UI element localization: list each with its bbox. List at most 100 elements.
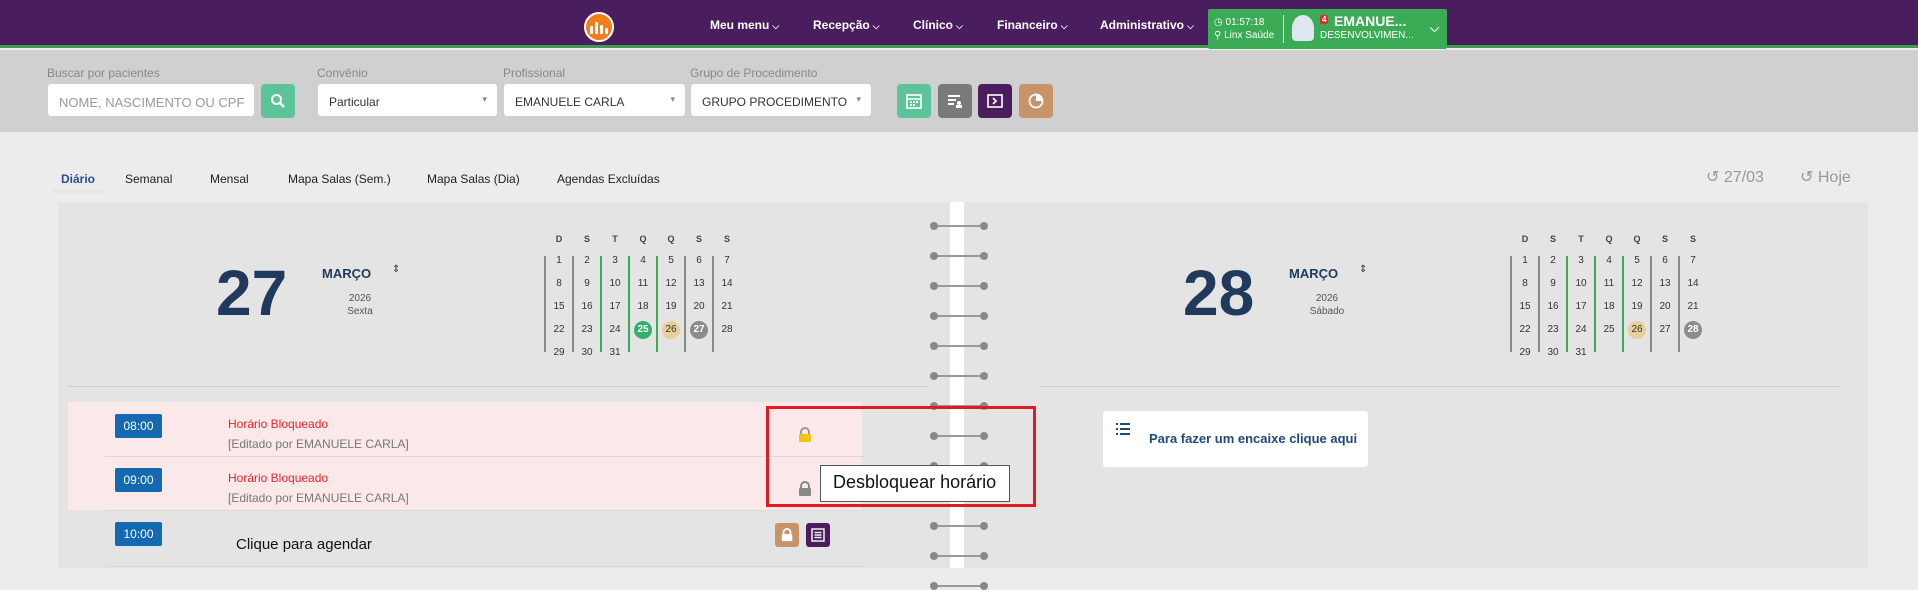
previous-date-button[interactable]: ↺ 27/03 bbox=[1706, 167, 1764, 187]
calendar-day[interactable]: 15 bbox=[1514, 298, 1536, 316]
calendar-day[interactable]: 17 bbox=[1570, 298, 1592, 316]
calendar-day[interactable]: 25 bbox=[1598, 321, 1620, 339]
calendar-day[interactable]: 26 bbox=[660, 321, 682, 339]
calendar-day[interactable]: 12 bbox=[1626, 275, 1648, 293]
calendar-day[interactable]: 26 bbox=[1626, 321, 1648, 339]
tab-semanal[interactable]: Semanal bbox=[125, 172, 172, 186]
calendar-day[interactable]: 29 bbox=[1514, 344, 1536, 362]
calendar-day[interactable]: 28 bbox=[1682, 321, 1704, 339]
calendar-day[interactable]: 5 bbox=[1626, 252, 1648, 270]
calendar-day[interactable]: 18 bbox=[1598, 298, 1620, 316]
calendar-day[interactable]: 21 bbox=[1682, 298, 1704, 316]
block-slot-button[interactable] bbox=[775, 523, 799, 547]
calendar-day[interactable]: 23 bbox=[576, 321, 598, 339]
tab-mapa-salas-sem[interactable]: Mapa Salas (Sem.) bbox=[288, 172, 391, 186]
time-slot-blocked[interactable] bbox=[68, 402, 862, 456]
calendar-day[interactable]: 27 bbox=[688, 321, 710, 339]
convenio-select[interactable]: Particular ▾ bbox=[317, 83, 498, 117]
calendar-day[interactable]: 28 bbox=[716, 321, 738, 339]
calendar-day[interactable]: 16 bbox=[576, 298, 598, 316]
tab-mensal[interactable]: Mensal bbox=[210, 172, 249, 186]
calendar-day[interactable]: 11 bbox=[632, 275, 654, 293]
calendar-day[interactable]: 8 bbox=[548, 275, 570, 293]
calendar-day[interactable]: 16 bbox=[1542, 298, 1564, 316]
calendar-day[interactable]: 4 bbox=[1598, 252, 1620, 270]
encaixe-link[interactable]: Para fazer um encaixe clique aqui bbox=[1149, 431, 1357, 446]
time-slot-blocked[interactable] bbox=[68, 456, 862, 510]
calendar-day[interactable]: 8 bbox=[1514, 275, 1536, 293]
calendar-button[interactable] bbox=[897, 84, 931, 118]
calendar-day[interactable]: 14 bbox=[1682, 275, 1704, 293]
calendar-day[interactable]: 21 bbox=[716, 298, 738, 316]
calendar-day[interactable]: 7 bbox=[716, 252, 738, 270]
calendar-day[interactable]: 13 bbox=[1654, 275, 1676, 293]
calendar-day[interactable]: 22 bbox=[1514, 321, 1536, 339]
calendar-day[interactable]: 17 bbox=[604, 298, 626, 316]
calendar-day[interactable]: 1 bbox=[548, 252, 570, 270]
calendar-day[interactable]: 9 bbox=[576, 275, 598, 293]
sort-icon[interactable]: ⇕ bbox=[392, 264, 400, 275]
profissional-select[interactable]: EMANUELE CARLA ▾ bbox=[503, 83, 686, 117]
calendar-day[interactable]: 24 bbox=[1570, 321, 1592, 339]
nav-meu-menu[interactable]: Meu menu ⌵ bbox=[710, 18, 779, 32]
calendar-day[interactable]: 18 bbox=[632, 298, 654, 316]
today-button[interactable]: ↺ Hoje bbox=[1800, 167, 1851, 187]
calendar-day[interactable]: 31 bbox=[1570, 344, 1592, 362]
encaixe-card[interactable]: Para fazer um encaixe clique aqui bbox=[1103, 411, 1368, 467]
nav-clinico[interactable]: Clínico ⌵ bbox=[913, 18, 963, 32]
calendar-day[interactable]: 3 bbox=[604, 252, 626, 270]
tab-mapa-salas-dia[interactable]: Mapa Salas (Dia) bbox=[427, 172, 520, 186]
chart-button[interactable] bbox=[1019, 84, 1053, 118]
calendar-day[interactable]: 2 bbox=[576, 252, 598, 270]
calendar-day[interactable]: 6 bbox=[688, 252, 710, 270]
export-button[interactable] bbox=[978, 84, 1012, 118]
calendar-day[interactable]: 20 bbox=[688, 298, 710, 316]
calendar-day[interactable]: 5 bbox=[660, 252, 682, 270]
patient-list-button[interactable] bbox=[938, 84, 972, 118]
calendar-day[interactable]: 19 bbox=[660, 298, 682, 316]
search-button[interactable] bbox=[261, 84, 295, 118]
app-logo-icon[interactable] bbox=[584, 12, 614, 42]
calendar-day[interactable]: 15 bbox=[548, 298, 570, 316]
tab-diario[interactable]: Diário bbox=[61, 172, 95, 186]
nav-financeiro[interactable]: Financeiro ⌵ bbox=[997, 18, 1068, 32]
calendar-day[interactable]: 4 bbox=[632, 252, 654, 270]
notification-badge[interactable]: 4 bbox=[1320, 15, 1329, 24]
chevron-down-icon[interactable]: ⌵ bbox=[1430, 21, 1439, 36]
calendar-day[interactable]: 29 bbox=[548, 344, 570, 362]
calendar-day[interactable]: 27 bbox=[1654, 321, 1676, 339]
calendar-day[interactable]: 3 bbox=[1570, 252, 1592, 270]
nav-recepcao[interactable]: Recepção ⌵ bbox=[813, 18, 880, 32]
calendar-day[interactable]: 22 bbox=[548, 321, 570, 339]
search-input[interactable]: NOME, NASCIMENTO OU CPF bbox=[47, 83, 255, 117]
calendar-day[interactable]: 7 bbox=[1682, 252, 1704, 270]
calendar-day[interactable]: 2 bbox=[1542, 252, 1564, 270]
schedule-slot-link[interactable]: Clique para agendar bbox=[236, 536, 372, 553]
calendar-day[interactable]: 9 bbox=[1542, 275, 1564, 293]
calendar-day[interactable]: 1 bbox=[1514, 252, 1536, 270]
undo-icon: ↺ bbox=[1800, 169, 1814, 186]
calendar-day[interactable]: 30 bbox=[1542, 344, 1564, 362]
calendar-day[interactable]: 6 bbox=[1654, 252, 1676, 270]
calendar-day[interactable]: 11 bbox=[1598, 275, 1620, 293]
calendar-day[interactable]: 10 bbox=[1570, 275, 1592, 293]
calendar-day[interactable]: 24 bbox=[604, 321, 626, 339]
sort-icon[interactable]: ⇕ bbox=[1359, 264, 1367, 275]
nav-administrativo[interactable]: Administrativo ⌵ bbox=[1100, 18, 1194, 32]
calendar-day[interactable]: 12 bbox=[660, 275, 682, 293]
calendar-day[interactable]: 10 bbox=[604, 275, 626, 293]
calendar-day[interactable]: 25 bbox=[632, 321, 654, 339]
calendar-day[interactable]: 14 bbox=[716, 275, 738, 293]
calendar-day[interactable]: 13 bbox=[688, 275, 710, 293]
user-status-box[interactable]: ◷ 01:57:18 ⚲ Linx Saúde 4 EMANUE... DESE… bbox=[1208, 9, 1447, 49]
calendar-day[interactable]: 31 bbox=[604, 344, 626, 362]
grupo-select[interactable]: GRUPO PROCEDIMENTO ▾ bbox=[690, 83, 872, 117]
calendar-day[interactable]: 23 bbox=[1542, 321, 1564, 339]
slot-details-button[interactable] bbox=[806, 523, 830, 547]
calendar-day[interactable]: 20 bbox=[1654, 298, 1676, 316]
tab-agendas-excluidas[interactable]: Agendas Excluídas bbox=[557, 172, 660, 186]
calendar-day[interactable]: 19 bbox=[1626, 298, 1648, 316]
calendar-day[interactable]: 30 bbox=[576, 344, 598, 362]
calendar-weekday-header: Q bbox=[639, 234, 647, 244]
avatar[interactable] bbox=[1292, 15, 1314, 41]
